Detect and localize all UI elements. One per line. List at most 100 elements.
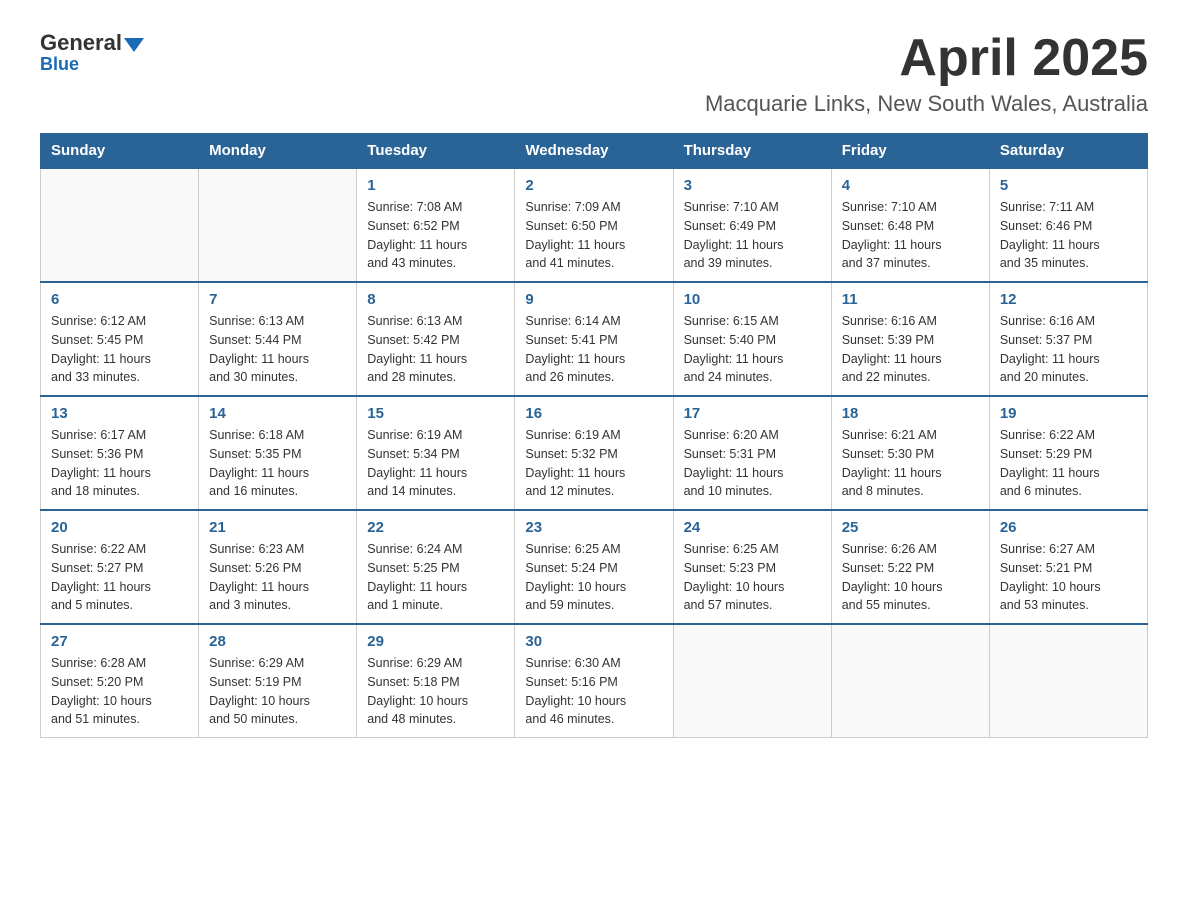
- day-number: 19: [1000, 405, 1137, 422]
- day-info: Sunrise: 7:11 AMSunset: 6:46 PMDaylight:…: [1000, 198, 1137, 273]
- calendar-cell: [41, 168, 199, 282]
- calendar-cell: [989, 624, 1147, 738]
- calendar-cell: 24 Sunrise: 6:25 AMSunset: 5:23 PMDayligh…: [673, 510, 831, 624]
- day-number: 24: [684, 519, 821, 536]
- day-info: Sunrise: 6:12 AMSunset: 5:45 PMDaylight:…: [51, 312, 188, 387]
- day-number: 21: [209, 519, 346, 536]
- day-info: Sunrise: 6:28 AMSunset: 5:20 PMDaylight:…: [51, 654, 188, 729]
- week-row-5: 27 Sunrise: 6:28 AMSunset: 5:20 PMDayligh…: [41, 624, 1148, 738]
- day-number: 8: [367, 291, 504, 308]
- weekday-header-wednesday: Wednesday: [515, 134, 673, 169]
- calendar-cell: 7Sunrise: 6:13 AMSunset: 5:44 PMDaylight…: [199, 282, 357, 396]
- calendar-cell: 3 Sunrise: 7:10 AMSunset: 6:49 PMDaylight…: [673, 168, 831, 282]
- day-number: 22: [367, 519, 504, 536]
- weekday-header-friday: Friday: [831, 134, 989, 169]
- day-info: Sunrise: 6:19 AMSunset: 5:34 PMDaylight:…: [367, 426, 504, 501]
- day-info: Sunrise: 6:16 AMSunset: 5:39 PMDaylight:…: [842, 312, 979, 387]
- calendar-cell: 27 Sunrise: 6:28 AMSunset: 5:20 PMDayligh…: [41, 624, 199, 738]
- calendar-cell: 29 Sunrise: 6:29 AMSunset: 5:18 PMDayligh…: [357, 624, 515, 738]
- calendar-cell: [831, 624, 989, 738]
- calendar-table: SundayMondayTuesdayWednesdayThursdayFrid…: [40, 133, 1148, 738]
- calendar-cell: 26 Sunrise: 6:27 AMSunset: 5:21 PMDayligh…: [989, 510, 1147, 624]
- day-info: Sunrise: 6:25 AMSunset: 5:24 PMDaylight:…: [525, 540, 662, 615]
- day-info: Sunrise: 6:19 AMSunset: 5:32 PMDaylight:…: [525, 426, 662, 501]
- calendar-cell: 1 Sunrise: 7:08 AMSunset: 6:52 PMDaylight…: [357, 168, 515, 282]
- day-info: Sunrise: 6:18 AMSunset: 5:35 PMDaylight:…: [209, 426, 346, 501]
- calendar-cell: 16 Sunrise: 6:19 AMSunset: 5:32 PMDayligh…: [515, 396, 673, 510]
- day-number: 2: [525, 177, 662, 194]
- week-row-2: 6Sunrise: 6:12 AMSunset: 5:45 PMDaylight…: [41, 282, 1148, 396]
- day-info: Sunrise: 6:21 AMSunset: 5:30 PMDaylight:…: [842, 426, 979, 501]
- day-info: Sunrise: 6:24 AMSunset: 5:25 PMDaylight:…: [367, 540, 504, 615]
- calendar-cell: 8 Sunrise: 6:13 AMSunset: 5:42 PMDaylight…: [357, 282, 515, 396]
- day-info: Sunrise: 6:22 AMSunset: 5:27 PMDaylight:…: [51, 540, 188, 615]
- calendar-cell: 2 Sunrise: 7:09 AMSunset: 6:50 PMDaylight…: [515, 168, 673, 282]
- day-info: Sunrise: 6:20 AMSunset: 5:31 PMDaylight:…: [684, 426, 821, 501]
- day-number: 1: [367, 177, 504, 194]
- calendar-cell: 9 Sunrise: 6:14 AMSunset: 5:41 PMDaylight…: [515, 282, 673, 396]
- day-info: Sunrise: 6:23 AMSunset: 5:26 PMDaylight:…: [209, 540, 346, 615]
- day-info: Sunrise: 6:13 AMSunset: 5:42 PMDaylight:…: [367, 312, 504, 387]
- day-info: Sunrise: 7:10 AMSunset: 6:48 PMDaylight:…: [842, 198, 979, 273]
- week-row-4: 20 Sunrise: 6:22 AMSunset: 5:27 PMDayligh…: [41, 510, 1148, 624]
- day-number: 17: [684, 405, 821, 422]
- calendar-cell: 11Sunrise: 6:16 AMSunset: 5:39 PMDayligh…: [831, 282, 989, 396]
- calendar-header-row: SundayMondayTuesdayWednesdayThursdayFrid…: [41, 134, 1148, 169]
- calendar-cell: 15Sunrise: 6:19 AMSunset: 5:34 PMDayligh…: [357, 396, 515, 510]
- day-info: Sunrise: 6:25 AMSunset: 5:23 PMDaylight:…: [684, 540, 821, 615]
- page-header: General Blue April 2025 Macquarie Links,…: [40, 30, 1148, 117]
- calendar-cell: 28Sunrise: 6:29 AMSunset: 5:19 PMDayligh…: [199, 624, 357, 738]
- calendar-cell: 6Sunrise: 6:12 AMSunset: 5:45 PMDaylight…: [41, 282, 199, 396]
- day-number: 10: [684, 291, 821, 308]
- location-title: Macquarie Links, New South Wales, Austra…: [705, 91, 1148, 117]
- calendar-cell: 10 Sunrise: 6:15 AMSunset: 5:40 PMDayligh…: [673, 282, 831, 396]
- day-number: 14: [209, 405, 346, 422]
- weekday-header-tuesday: Tuesday: [357, 134, 515, 169]
- logo-triangle-icon: [124, 38, 144, 52]
- logo: General Blue: [40, 30, 144, 75]
- day-info: Sunrise: 7:08 AMSunset: 6:52 PMDaylight:…: [367, 198, 504, 273]
- day-number: 4: [842, 177, 979, 194]
- calendar-cell: 30Sunrise: 6:30 AMSunset: 5:16 PMDayligh…: [515, 624, 673, 738]
- day-info: Sunrise: 6:22 AMSunset: 5:29 PMDaylight:…: [1000, 426, 1137, 501]
- month-title: April 2025: [705, 30, 1148, 87]
- calendar-cell: 19 Sunrise: 6:22 AMSunset: 5:29 PMDayligh…: [989, 396, 1147, 510]
- day-number: 16: [525, 405, 662, 422]
- day-info: Sunrise: 6:14 AMSunset: 5:41 PMDaylight:…: [525, 312, 662, 387]
- calendar-cell: 5 Sunrise: 7:11 AMSunset: 6:46 PMDaylight…: [989, 168, 1147, 282]
- day-number: 5: [1000, 177, 1137, 194]
- day-info: Sunrise: 6:15 AMSunset: 5:40 PMDaylight:…: [684, 312, 821, 387]
- day-number: 12: [1000, 291, 1137, 308]
- day-info: Sunrise: 6:16 AMSunset: 5:37 PMDaylight:…: [1000, 312, 1137, 387]
- calendar-cell: 12 Sunrise: 6:16 AMSunset: 5:37 PMDayligh…: [989, 282, 1147, 396]
- calendar-cell: 17 Sunrise: 6:20 AMSunset: 5:31 PMDayligh…: [673, 396, 831, 510]
- day-info: Sunrise: 6:26 AMSunset: 5:22 PMDaylight:…: [842, 540, 979, 615]
- day-number: 9: [525, 291, 662, 308]
- calendar-cell: 13Sunrise: 6:17 AMSunset: 5:36 PMDayligh…: [41, 396, 199, 510]
- day-number: 3: [684, 177, 821, 194]
- logo-general-text: General: [40, 30, 122, 56]
- day-info: Sunrise: 6:13 AMSunset: 5:44 PMDaylight:…: [209, 312, 346, 387]
- logo-blue-text: Blue: [40, 54, 79, 75]
- day-number: 20: [51, 519, 188, 536]
- day-number: 28: [209, 633, 346, 650]
- day-info: Sunrise: 6:27 AMSunset: 5:21 PMDaylight:…: [1000, 540, 1137, 615]
- day-info: Sunrise: 7:09 AMSunset: 6:50 PMDaylight:…: [525, 198, 662, 273]
- calendar-cell: 23Sunrise: 6:25 AMSunset: 5:24 PMDayligh…: [515, 510, 673, 624]
- calendar-cell: 25Sunrise: 6:26 AMSunset: 5:22 PMDayligh…: [831, 510, 989, 624]
- day-number: 18: [842, 405, 979, 422]
- day-info: Sunrise: 6:17 AMSunset: 5:36 PMDaylight:…: [51, 426, 188, 501]
- day-number: 29: [367, 633, 504, 650]
- calendar-cell: [199, 168, 357, 282]
- day-number: 26: [1000, 519, 1137, 536]
- day-info: Sunrise: 6:29 AMSunset: 5:18 PMDaylight:…: [367, 654, 504, 729]
- calendar-cell: 22 Sunrise: 6:24 AMSunset: 5:25 PMDayligh…: [357, 510, 515, 624]
- weekday-header-thursday: Thursday: [673, 134, 831, 169]
- calendar-cell: 18 Sunrise: 6:21 AMSunset: 5:30 PMDayligh…: [831, 396, 989, 510]
- weekday-header-saturday: Saturday: [989, 134, 1147, 169]
- title-block: April 2025 Macquarie Links, New South Wa…: [705, 30, 1148, 117]
- week-row-1: 1 Sunrise: 7:08 AMSunset: 6:52 PMDaylight…: [41, 168, 1148, 282]
- day-number: 27: [51, 633, 188, 650]
- calendar-cell: 14 Sunrise: 6:18 AMSunset: 5:35 PMDayligh…: [199, 396, 357, 510]
- day-info: Sunrise: 7:10 AMSunset: 6:49 PMDaylight:…: [684, 198, 821, 273]
